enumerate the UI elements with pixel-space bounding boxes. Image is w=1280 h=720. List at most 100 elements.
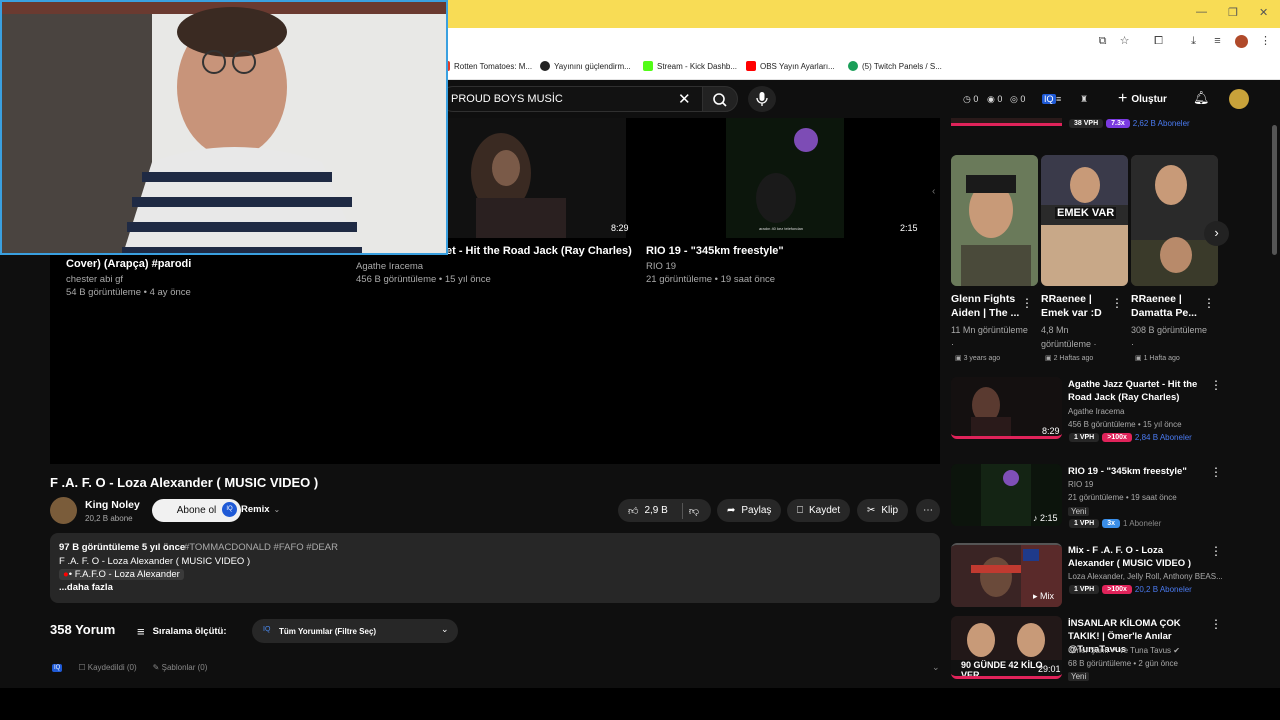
related-title[interactable]: Mix - F .A. F. O - Loza Alexander ( MUSI… — [1068, 544, 1208, 570]
endscreen-channel: chester abi gf — [66, 274, 124, 285]
install-app-icon[interactable]: ⧉ — [1096, 35, 1109, 48]
clip-button[interactable]: ✂ Klip — [857, 499, 909, 522]
bookmark-obs[interactable]: OBS Yayın Ayarları... — [746, 61, 835, 71]
related-channel[interactable]: Ömer Şanlı ✔ ve Tuna Tavus ✔ — [1068, 646, 1180, 655]
bookmark-rotten-tomatoes[interactable]: Rotten Tomatoes: M... — [440, 61, 532, 71]
channel-avatar[interactable] — [50, 497, 77, 524]
endscreen-title[interactable]: Cover) (Arapça) #parodi — [66, 258, 191, 270]
more-vert-icon[interactable]: ⋮ — [1210, 544, 1222, 558]
search-input-value[interactable]: PROUD BOYS MUSİC — [451, 93, 563, 105]
bookmark-icon: ⎕ — [797, 505, 803, 516]
stat-views: ◉ 0 — [987, 94, 1003, 104]
stat-clock: ◷ 0 — [963, 94, 979, 104]
more-vert-icon[interactable]: ⋮ — [1203, 296, 1215, 310]
description-views-date: 97 B görüntüleme 5 yıl önce — [59, 542, 186, 553]
more-vert-icon[interactable]: ⋮ — [1210, 378, 1222, 392]
media-control-icon[interactable]: ≡ — [1211, 35, 1224, 48]
chevron-right-icon: › — [1214, 225, 1219, 240]
extensions-icon[interactable]: ⧠ — [1152, 35, 1165, 48]
playlist-icon[interactable]: ≡ — [1056, 94, 1061, 104]
related-duration: ♪ 2:15 — [1033, 513, 1058, 523]
iq-icon: IQ — [52, 663, 63, 672]
related-duration: 29:01 — [1038, 664, 1061, 674]
plus-icon: + — [1118, 90, 1128, 107]
remix-button[interactable]: IQ Remix ⌄ — [222, 502, 280, 517]
partial-row-tags: 38 VPH 7.3x 2,62 B Aboneler — [1069, 119, 1190, 128]
endscreen-thumb-rio19[interactable]: aradın 40 kez telefondan — [726, 118, 844, 238]
endscreen-duration: 2:15 — [900, 223, 918, 233]
partial-thumbnail[interactable] — [951, 118, 1062, 126]
notifications-bell-icon[interactable]: 🔔︎ — [1193, 90, 1210, 106]
related-title[interactable]: RIO 19 - "345km freestyle" — [1068, 465, 1208, 478]
trophy-icon[interactable]: ♜ — [1080, 94, 1088, 105]
menu-dots-icon[interactable]: ⋮ — [1259, 35, 1272, 48]
more-actions-button[interactable]: ⋯ — [916, 499, 940, 522]
sidebar-scrollbar[interactable] — [1272, 125, 1277, 255]
like-button[interactable]: 👍︎ 2,9 B 👎︎ — [618, 499, 711, 522]
short-thumbnail-image — [1131, 155, 1218, 286]
endscreen-channel: RIO 19 — [646, 261, 677, 272]
related-title[interactable]: Agathe Jazz Quartet - Hit the Road Jack … — [1068, 378, 1208, 404]
iq-extension-icon[interactable]: IQ — [1042, 94, 1056, 104]
new-badge: Yeni — [1068, 507, 1090, 516]
clear-search-icon[interactable]: ✕ — [678, 90, 691, 108]
close-window-button[interactable]: ✕ — [1259, 6, 1268, 19]
webcam-overlay — [0, 0, 448, 255]
short-title[interactable]: Glenn Fights Aiden | The ... — [951, 292, 1031, 320]
chevron-down-icon[interactable]: ⌄ — [932, 662, 940, 673]
more-vert-icon[interactable]: ⋮ — [1111, 296, 1123, 310]
bookmark-yayin[interactable]: Yayınını güçlendirm... — [540, 61, 631, 71]
channel-name[interactable]: King Noley — [85, 499, 140, 511]
show-more-link[interactable]: ...daha fazla — [59, 582, 113, 593]
minimize-button[interactable]: — — [1196, 6, 1207, 18]
more-vert-icon[interactable]: ⋮ — [1021, 296, 1033, 310]
circle-logo-icon — [540, 61, 550, 71]
related-channel[interactable]: Agathe Iracema — [1068, 407, 1124, 416]
short-overlay-text: EMEK VAR — [1055, 207, 1117, 219]
maximize-button[interactable]: ❐ — [1228, 6, 1238, 19]
singer-thumbnail — [446, 118, 626, 238]
profile-avatar-icon[interactable] — [1235, 35, 1248, 48]
thumbs-down-icon[interactable]: 👎︎ — [689, 505, 699, 517]
voice-search-button[interactable] — [748, 86, 776, 112]
chevron-left-icon[interactable]: ‹ — [932, 186, 935, 197]
endscreen-caption: aradın 40 kez telefondan — [759, 226, 804, 231]
more-vert-icon[interactable]: ⋮ — [1210, 465, 1222, 479]
endscreen-meta: 21 görüntüleme • 19 saat önce — [646, 274, 776, 285]
bookmark-kick[interactable]: Stream - Kick Dashb... — [643, 61, 737, 71]
saved-comments-button[interactable]: ☐ Kaydedildi (0) — [78, 663, 136, 672]
shorts-next-button[interactable]: › — [1204, 221, 1229, 246]
microphone-icon — [756, 92, 768, 106]
download-icon[interactable]: ⤓ — [1187, 35, 1200, 48]
more-vert-icon[interactable]: ⋮ — [1210, 617, 1222, 631]
short-ago: ▣ 3 years ago — [955, 355, 1001, 362]
templates-button[interactable]: ✎ Şablonlar (0) — [153, 663, 208, 672]
description-music-chip[interactable]: ●• F.A.F.O - Loza Alexander — [59, 569, 184, 580]
create-button[interactable]: + Oluştur — [1118, 88, 1167, 110]
short-title[interactable]: RRaenee | Damatta Pe... — [1131, 292, 1211, 320]
description-hashtags[interactable]: #TOMMACDONALD #FAFO #DEAR — [184, 542, 338, 553]
endscreen-title[interactable]: RIO 19 - "345km freestyle" — [646, 245, 784, 257]
more-dots-icon: ⋯ — [923, 505, 933, 516]
endscreen-title[interactable]: et - Hit the Road Jack (Ray Charles) — [446, 245, 632, 257]
bookmark-star-icon[interactable]: ☆ — [1118, 35, 1131, 48]
comment-filter-select[interactable]: IQ Tüm Yorumlar (Filtre Seç) ⌄ — [252, 619, 458, 643]
related-channel[interactable]: Loza Alexander, Jelly Roll, Anthony BEAS… — [1068, 572, 1223, 581]
description-line: F .A. F. O - Loza Alexander ( MUSIC VIDE… — [59, 556, 251, 567]
short-thumbnail-image — [1041, 155, 1128, 286]
short-title[interactable]: RRaenee | Emek var :D — [1041, 292, 1121, 320]
bookmark-twitch-panels[interactable]: (5) Twitch Panels / S... — [848, 61, 942, 71]
endscreen-meta: 54 B görüntüleme • 4 ay önce — [66, 287, 191, 298]
scissors-icon: ✂ — [867, 505, 876, 516]
share-button[interactable]: ➦ Paylaş — [717, 499, 782, 522]
related-channel[interactable]: RIO 19 — [1068, 480, 1093, 489]
save-button[interactable]: ⎕ Kaydet — [787, 499, 851, 522]
comments-count: 358 Yorum — [50, 622, 116, 637]
account-avatar[interactable] — [1229, 89, 1249, 109]
short-thumb-emek-var[interactable]: EMEK VAR — [1041, 155, 1128, 286]
short-thumb-glenn[interactable] — [951, 155, 1038, 286]
short-thumb-damatta[interactable] — [1131, 155, 1218, 286]
endscreen-thumb-hit-the-road[interactable] — [446, 118, 626, 238]
sort-comments-button[interactable]: ≡ Sıralama ölçütü: — [137, 624, 227, 639]
search-button[interactable] — [702, 86, 738, 112]
